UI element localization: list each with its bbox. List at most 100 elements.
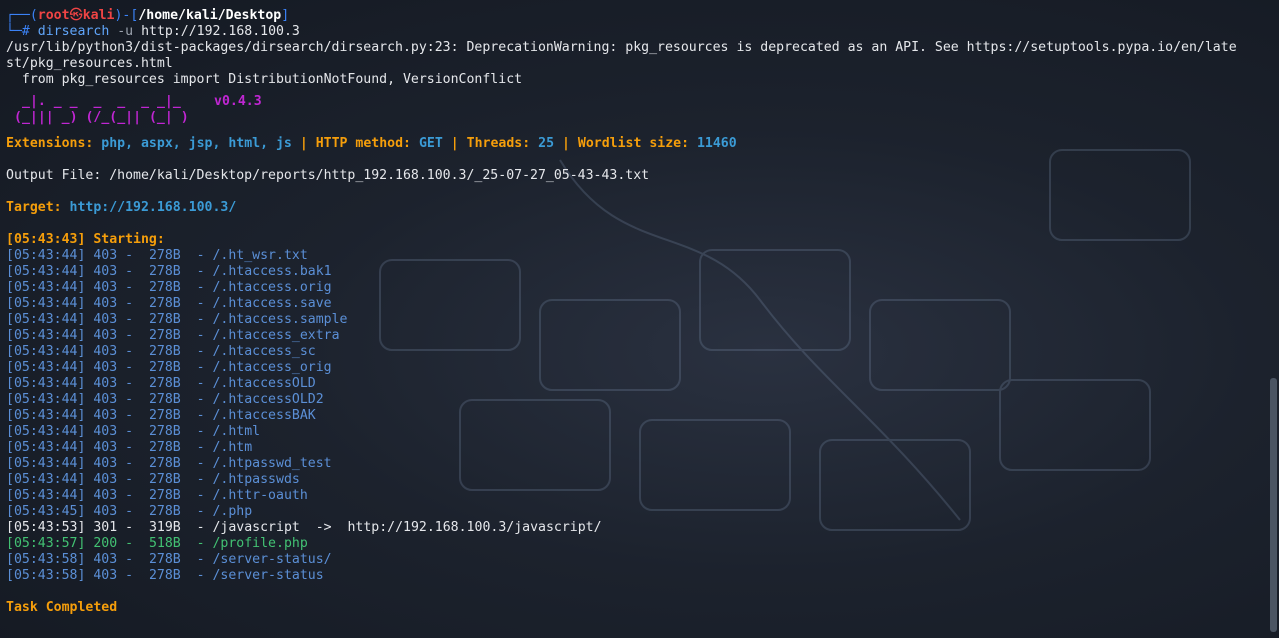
- prompt-host: kali: [82, 8, 115, 23]
- result-row: [05:43:44] 403 - 278B - /.htaccess_sc: [6, 344, 316, 359]
- result-row: [05:43:44] 403 - 278B - /.htaccess.sampl…: [6, 312, 348, 327]
- result-path: /.htm: [212, 440, 253, 455]
- command-flag: -u: [117, 24, 134, 39]
- result-path: /.php: [212, 504, 253, 519]
- result-size: 278B: [148, 456, 181, 471]
- result-path: /.htaccess.bak1: [212, 264, 332, 279]
- result-size: 278B: [148, 264, 181, 279]
- result-time: [05:43:44]: [6, 264, 86, 279]
- result-status: 403: [93, 456, 118, 471]
- result-time: [05:43:44]: [6, 280, 86, 295]
- result-status: 301: [93, 520, 118, 535]
- target-line: Target: http://192.168.100.3/: [6, 200, 1265, 216]
- result-status: 200: [93, 536, 118, 551]
- result-status: 403: [93, 392, 118, 407]
- result-size: 278B: [148, 392, 181, 407]
- result-time: [05:43:44]: [6, 440, 86, 455]
- task-completed: Task Completed: [6, 600, 118, 615]
- result-time: [05:43:44]: [6, 488, 86, 503]
- result-size: 278B: [148, 408, 181, 423]
- result-path: /server-status/: [212, 552, 332, 567]
- config-line: Extensions: php, aspx, jsp, html, js | H…: [6, 136, 1265, 152]
- result-row: [05:43:44] 403 - 278B - /.htaccessOLD: [6, 376, 316, 391]
- prompt-hash: #: [21, 24, 30, 39]
- result-time: [05:43:58]: [6, 568, 86, 583]
- result-time: [05:43:44]: [6, 472, 86, 487]
- result-path: /.htaccessOLD: [212, 376, 316, 391]
- terminal-scrollbar[interactable]: [1270, 378, 1277, 632]
- result-status: 403: [93, 296, 118, 311]
- starting-line: [05:43:43] Starting:: [6, 232, 165, 247]
- result-size: 278B: [148, 376, 181, 391]
- command-name: dirsearch: [37, 24, 110, 39]
- result-status: 403: [93, 344, 118, 359]
- result-path: /.httr-oauth: [212, 488, 308, 503]
- result-path: /profile.php: [212, 536, 308, 551]
- result-status: 403: [93, 472, 118, 487]
- result-path: /.html: [212, 424, 261, 439]
- result-status: 403: [93, 408, 118, 423]
- result-path: /.htpasswd_test: [212, 456, 332, 471]
- result-row: [05:43:44] 403 - 278B - /.htpasswd_test: [6, 456, 332, 471]
- result-path: /.htaccessOLD2: [212, 392, 324, 407]
- result-row: [05:43:44] 403 - 278B - /.htaccess_extra: [6, 328, 340, 343]
- result-status: 403: [93, 568, 118, 583]
- prompt-line-top: ┌──(root㉿kali)-[/home/kali/Desktop]: [6, 8, 1265, 24]
- result-row: [05:43:58] 403 - 278B - /server-status: [6, 568, 324, 583]
- terminal-output: ┌──(root㉿kali)-[/home/kali/Desktop] └─# …: [6, 8, 1265, 616]
- result-time: [05:43:44]: [6, 248, 86, 263]
- prompt-separator: )-[: [114, 8, 139, 23]
- result-time: [05:43:44]: [6, 344, 86, 359]
- result-status: 403: [93, 280, 118, 295]
- result-size: 278B: [148, 472, 181, 487]
- target-value: http://192.168.100.3/: [69, 200, 237, 215]
- prompt-frame: ┌──(: [6, 8, 38, 23]
- result-path: /javascript: [212, 520, 300, 535]
- method-value: GET: [418, 136, 443, 151]
- result-time: [05:43:58]: [6, 552, 86, 567]
- warning-line-2: st/pkg_resources.html: [6, 56, 173, 71]
- prompt-frame-bottom: └─: [6, 24, 22, 39]
- prompt-user: root: [37, 8, 70, 23]
- prompt-path: /home/kali/Desktop: [138, 8, 282, 23]
- prompt-line-command[interactable]: └─# dirsearch -u http://192.168.100.3: [6, 24, 1265, 40]
- command-arg: http://192.168.100.3: [141, 24, 300, 39]
- result-path: /.ht_wsr.txt: [212, 248, 308, 263]
- result-row: [05:43:44] 403 - 278B - /.htaccessBAK: [6, 408, 316, 423]
- result-status: 403: [93, 552, 118, 567]
- result-path: /.htaccess_extra: [212, 328, 340, 343]
- result-status: 403: [93, 360, 118, 375]
- result-status: 403: [93, 248, 118, 263]
- result-size: 518B: [148, 536, 181, 551]
- result-time: [05:43:44]: [6, 392, 86, 407]
- result-path: /.htaccess.sample: [212, 312, 348, 327]
- result-time: [05:43:44]: [6, 408, 86, 423]
- wordlist-value: 11460: [696, 136, 737, 151]
- result-time: [05:43:44]: [6, 360, 86, 375]
- result-status: 403: [93, 312, 118, 327]
- output-file-line: Output File: /home/kali/Desktop/reports/…: [6, 168, 650, 183]
- result-time: [05:43:44]: [6, 376, 86, 391]
- result-time: [05:43:44]: [6, 456, 86, 471]
- result-size: 278B: [148, 504, 181, 519]
- warning-line-3: from pkg_resources import DistributionNo…: [6, 72, 523, 87]
- result-size: 278B: [148, 328, 181, 343]
- result-row: [05:43:57] 200 - 518B - /profile.php: [6, 536, 308, 551]
- result-path: /.htaccess.orig: [212, 280, 332, 295]
- result-status: 403: [93, 440, 118, 455]
- threads-value: 25: [538, 136, 555, 151]
- result-path: /.htaccessBAK: [212, 408, 316, 423]
- result-row: [05:43:53] 301 - 319B - /javascript -> h…: [6, 520, 602, 535]
- result-size: 278B: [148, 280, 181, 295]
- prompt-close: ]: [281, 8, 290, 23]
- result-path: /.htaccess_sc: [212, 344, 316, 359]
- result-redirect: -> http://192.168.100.3/javascript/: [299, 520, 602, 535]
- result-size: 278B: [148, 552, 181, 567]
- threads-label: Threads:: [466, 136, 531, 151]
- result-row: [05:43:58] 403 - 278B - /server-status/: [6, 552, 332, 567]
- result-row: [05:43:44] 403 - 278B - /.ht_wsr.txt: [6, 248, 308, 263]
- result-row: [05:43:44] 403 - 278B - /.html: [6, 424, 261, 439]
- skull-icon: ㉿: [69, 8, 83, 23]
- result-time: [05:43:45]: [6, 504, 86, 519]
- pipe-sep: |: [561, 136, 570, 151]
